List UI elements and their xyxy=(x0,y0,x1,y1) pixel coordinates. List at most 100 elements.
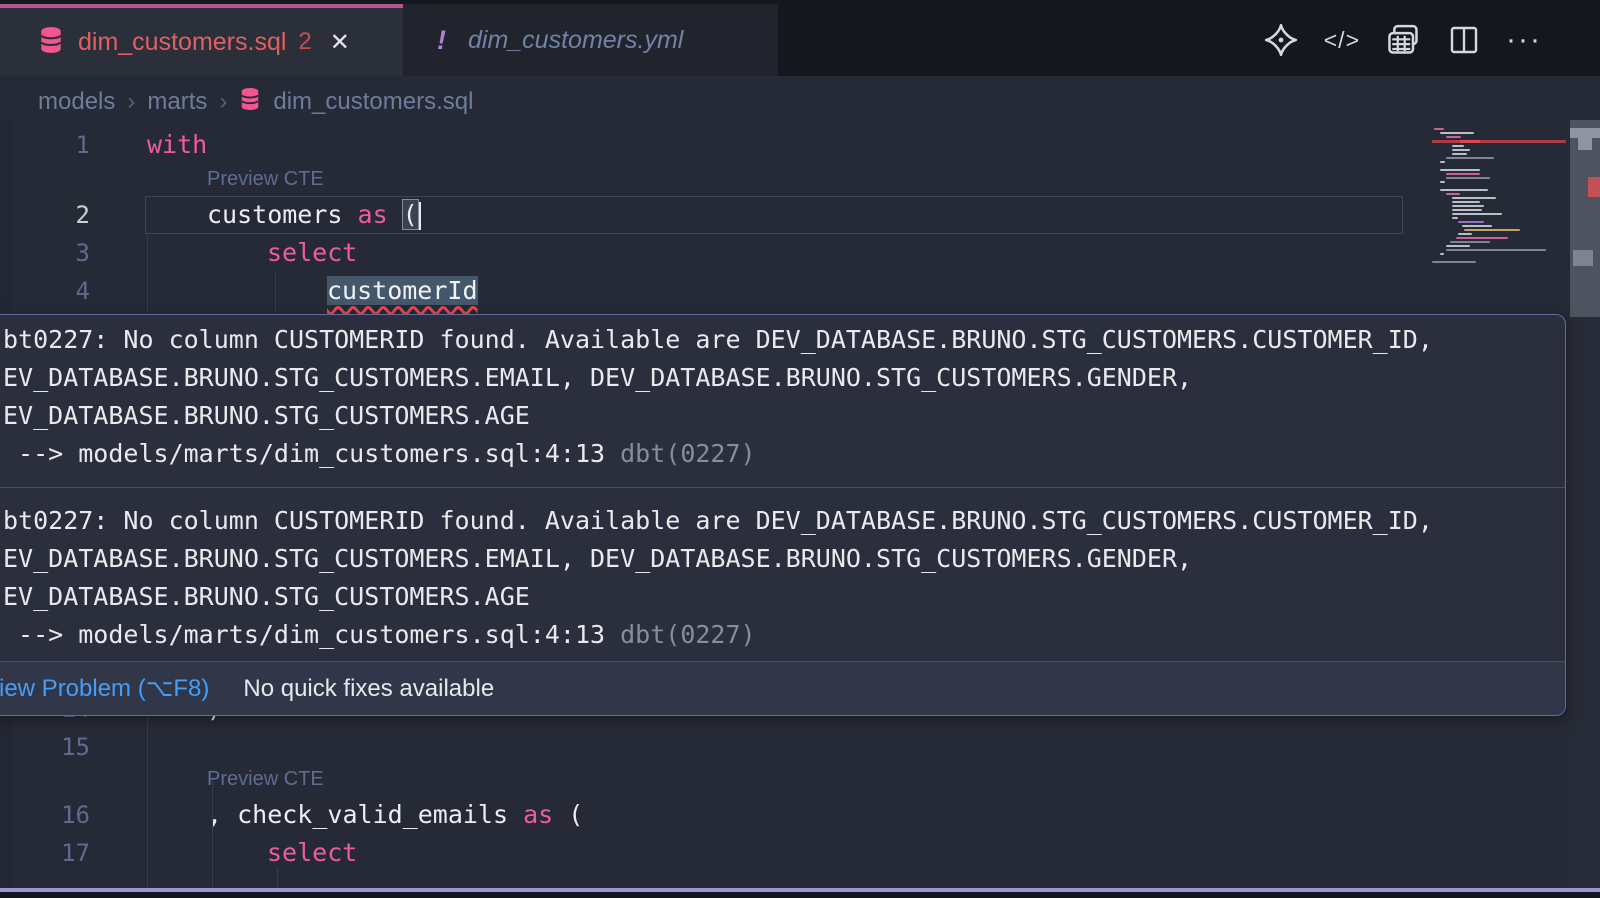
breadcrumb-marts[interactable]: marts xyxy=(147,88,207,116)
minimap-line xyxy=(1446,177,1490,179)
minimap-line xyxy=(1452,149,1470,151)
tab-dim-customers-sql[interactable]: dim_customers.sql 2 ✕ xyxy=(0,4,403,76)
indent-guide xyxy=(147,234,148,312)
editor-actions: </> ··· xyxy=(1264,4,1542,76)
minimap-line xyxy=(1446,136,1461,138)
open-paren: ( xyxy=(403,200,418,229)
line-number: 17 xyxy=(0,834,90,872)
keyword-as: as xyxy=(358,200,403,229)
text-cursor xyxy=(419,202,421,230)
vscode-window: dim_customers.sql 2 ✕ ! dim_customers.ym… xyxy=(0,0,1600,898)
diagnostic-block-1: bt0227: No column CUSTOMERID found. Avai… xyxy=(0,315,1565,487)
minimap-line xyxy=(1440,253,1444,255)
keyword-select: select xyxy=(267,238,357,267)
error-message-line: EV_DATABASE.BRUNO.STG_CUSTOMERS.EMAIL, D… xyxy=(3,359,1565,397)
cte-name: customers xyxy=(207,200,358,229)
tab-filename: dim_customers.sql xyxy=(78,28,286,57)
tab-dim-customers-yml[interactable]: ! dim_customers.yml xyxy=(403,4,778,76)
minimap-line xyxy=(1452,197,1496,199)
error-location: --> models/marts/dim_customers.sql:4:13 xyxy=(3,439,620,468)
bottom-edge xyxy=(0,892,1600,898)
minimap-line xyxy=(1440,189,1488,191)
overview-ruler-marker xyxy=(1578,138,1592,150)
overview-ruler-marker xyxy=(1588,177,1600,197)
keyword-with: with xyxy=(147,130,207,159)
popup-status-bar: iew Problem (⌥F8) No quick fixes availab… xyxy=(0,661,1565,715)
code-line-15[interactable]: 15 xyxy=(0,728,1430,766)
error-hover-popup: bt0227: No column CUSTOMERID found. Avai… xyxy=(0,314,1566,716)
split-editor-icon[interactable] xyxy=(1448,24,1480,56)
indent-guide xyxy=(277,868,278,888)
dbt-icon[interactable] xyxy=(1264,23,1298,57)
code-line-2[interactable]: 2 customers as ( xyxy=(0,196,1430,234)
minimap-line xyxy=(1452,209,1482,211)
indent-guide xyxy=(275,272,276,312)
error-message-line: bt0227: No column CUSTOMERID found. Avai… xyxy=(3,502,1565,540)
chevron-right-icon: › xyxy=(127,88,135,116)
tab-filename: dim_customers.yml xyxy=(468,26,683,55)
minimap-line xyxy=(1452,145,1464,147)
codelens-preview-cte[interactable]: Preview CTE xyxy=(207,164,324,194)
breadcrumb-file[interactable]: dim_customers.sql xyxy=(273,88,473,116)
error-message-line: EV_DATABASE.BRUNO.STG_CUSTOMERS.AGE xyxy=(3,397,1565,435)
line-number: 16 xyxy=(0,796,90,834)
minimap-line xyxy=(1432,261,1476,263)
tab-problem-count: 2 xyxy=(298,28,311,56)
minimap-line xyxy=(1446,193,1460,195)
indent-guide xyxy=(147,716,148,888)
tab-bar: dim_customers.sql 2 ✕ ! dim_customers.ym… xyxy=(0,0,1600,76)
minimap-line xyxy=(1458,221,1484,223)
minimap-line xyxy=(1450,241,1490,243)
code-line-3[interactable]: 3 select xyxy=(0,234,1430,272)
cte-name: , check_valid_emails xyxy=(207,800,523,829)
minimap-line xyxy=(1440,161,1445,163)
error-location: --> models/marts/dim_customers.sql:4:13 xyxy=(3,620,620,649)
minimap-line xyxy=(1452,153,1467,155)
minimap-line xyxy=(1446,249,1546,251)
keyword-as: as xyxy=(523,800,568,829)
line-number: 3 xyxy=(0,234,90,272)
more-actions-icon[interactable]: ··· xyxy=(1506,30,1542,50)
chevron-right-icon: › xyxy=(219,88,227,116)
line-number: 1 xyxy=(0,126,90,164)
warning-bang-icon: ! xyxy=(437,25,446,56)
minimap[interactable] xyxy=(1432,124,1566,239)
error-message-line: bt0227: No column CUSTOMERID found. Avai… xyxy=(3,321,1565,359)
database-icon xyxy=(38,26,64,59)
code-line-1[interactable]: 1 with xyxy=(0,126,1430,164)
breadcrumb-models[interactable]: models xyxy=(38,88,115,116)
error-identifier-customerid[interactable]: customerId xyxy=(327,276,478,305)
query-results-icon[interactable] xyxy=(1386,23,1422,57)
minimap-line xyxy=(1446,245,1470,247)
minimap-line xyxy=(1458,233,1472,235)
minimap-line xyxy=(1446,173,1480,175)
database-icon xyxy=(239,87,261,118)
minimap-line xyxy=(1456,237,1508,239)
overview-ruler-marker xyxy=(1570,128,1600,138)
line-number: 2 xyxy=(0,196,90,234)
indent-guide xyxy=(212,780,213,888)
minimap-line xyxy=(1434,128,1444,130)
compiled-code-icon[interactable]: </> xyxy=(1324,27,1360,54)
minimap-line xyxy=(1452,201,1480,203)
keyword-select: select xyxy=(267,838,357,867)
code-line-17[interactable]: 17 select xyxy=(0,834,1430,872)
error-source-code: dbt(0227) xyxy=(620,439,755,468)
view-problem-link[interactable]: iew Problem (⌥F8) xyxy=(0,674,209,703)
diagnostic-block-2: bt0227: No column CUSTOMERID found. Avai… xyxy=(0,488,1565,668)
minimap-line xyxy=(1446,157,1494,159)
scrollbar-thumb[interactable] xyxy=(1570,120,1600,317)
breadcrumb: models › marts › dim_customers.sql xyxy=(38,84,473,120)
code-line-16[interactable]: 16 , check_valid_emails as ( xyxy=(0,796,1430,834)
no-quick-fixes-label: No quick fixes available xyxy=(243,675,494,703)
codelens-preview-cte[interactable]: Preview CTE xyxy=(207,764,324,794)
open-paren: ( xyxy=(568,800,583,829)
minimap-error-highlight xyxy=(1460,140,1480,143)
minimap-line xyxy=(1452,205,1484,207)
close-icon[interactable]: ✕ xyxy=(330,28,350,57)
overview-ruler-marker xyxy=(1573,250,1593,266)
minimap-line xyxy=(1452,213,1502,215)
error-message-line: EV_DATABASE.BRUNO.STG_CUSTOMERS.EMAIL, D… xyxy=(3,540,1565,578)
code-line-4[interactable]: 4 customerId xyxy=(0,272,1430,310)
minimap-line xyxy=(1432,140,1566,143)
